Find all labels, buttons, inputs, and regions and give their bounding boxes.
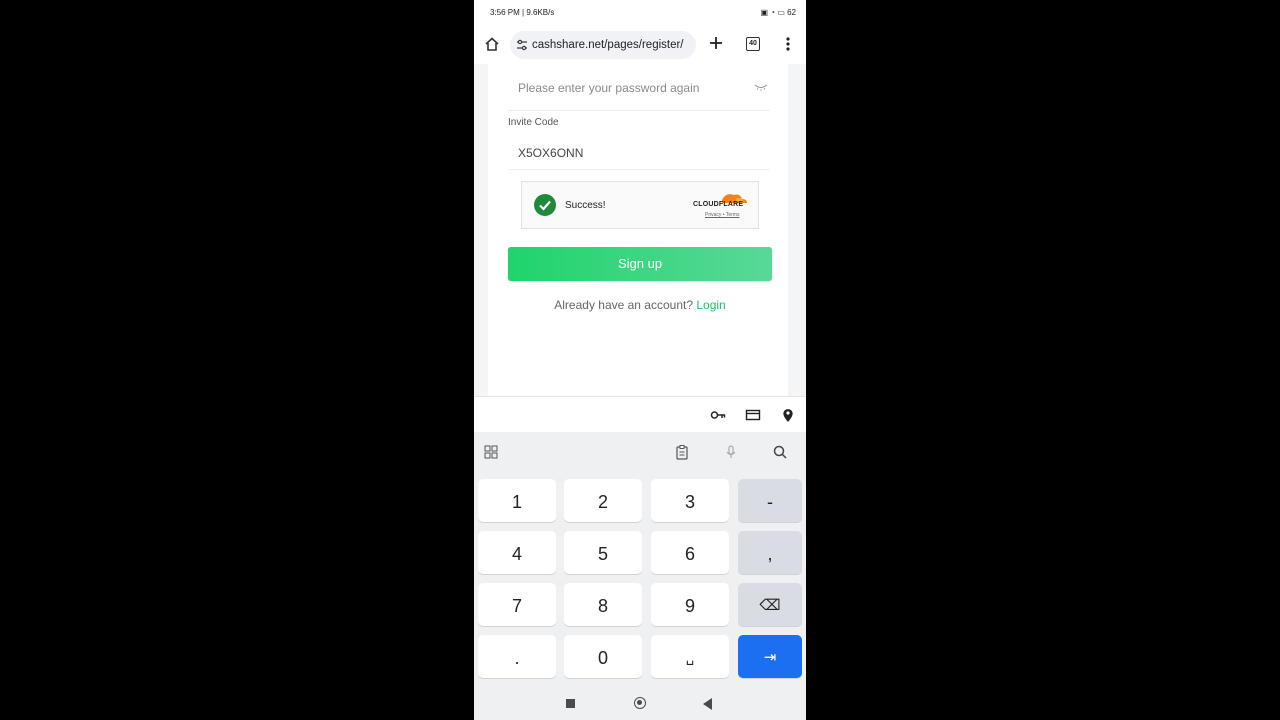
backspace-key[interactable]: ⌫ xyxy=(738,583,802,626)
already-text: Already have an account? xyxy=(554,298,694,312)
key-comma[interactable]: , xyxy=(738,531,802,574)
register-form: Please enter your password again Invite … xyxy=(488,64,788,396)
key-0[interactable]: 0 xyxy=(564,635,642,678)
autofill-bar xyxy=(474,396,806,433)
cloudflare-captcha[interactable]: Success! CLOUDFLARE Privacy • Terms xyxy=(521,181,759,229)
captcha-status: Success! xyxy=(565,200,606,211)
browser-toolbar: cashshare.net/pages/register/ 40 xyxy=(474,26,806,64)
key-5[interactable]: 5 xyxy=(564,531,642,574)
signup-button[interactable]: Sign up xyxy=(508,247,772,281)
key-1[interactable]: 1 xyxy=(478,479,556,522)
key-9[interactable]: 9 xyxy=(651,583,729,626)
location-pin-icon[interactable] xyxy=(780,407,796,423)
key-period[interactable]: . xyxy=(478,635,556,678)
key-3[interactable]: 3 xyxy=(651,479,729,522)
system-nav-bar xyxy=(474,688,806,720)
url-text[interactable]: cashshare.net/pages/register/ xyxy=(532,39,684,51)
next-key[interactable]: ⇥ xyxy=(738,635,802,678)
space-key[interactable]: ␣ xyxy=(651,635,729,678)
key-icon[interactable] xyxy=(710,407,726,423)
home-icon[interactable] xyxy=(484,36,500,52)
recents-icon[interactable] xyxy=(566,699,575,708)
microphone-icon[interactable] xyxy=(723,444,739,460)
status-icons: ▣ ◔ ▭ 62 xyxy=(760,8,796,17)
web-page: Please enter your password again Invite … xyxy=(474,64,806,396)
invite-code-input[interactable]: X5OX6ONN xyxy=(518,146,583,160)
login-prompt: Already have an account? Login xyxy=(488,298,792,312)
numeric-keyboard: 1 2 3 - 4 5 6 , 7 8 9 ⌫ . 0 ␣ ⇥ xyxy=(474,432,806,688)
eye-closed-icon[interactable] xyxy=(754,83,768,91)
more-menu-icon[interactable] xyxy=(784,36,792,52)
new-tab-icon[interactable] xyxy=(707,34,725,52)
phone-screen: 3:56 PM | 9.6KB/s ▣ ◔ ▭ 62 cashshare.net… xyxy=(474,0,806,720)
site-settings-icon[interactable] xyxy=(516,39,528,51)
confirm-password-placeholder[interactable]: Please enter your password again xyxy=(518,81,699,95)
key-2[interactable]: 2 xyxy=(564,479,642,522)
clipboard-icon[interactable] xyxy=(674,444,690,460)
address-bar[interactable]: cashshare.net/pages/register/ xyxy=(510,31,696,59)
home-nav-icon[interactable] xyxy=(634,697,646,709)
invite-underline xyxy=(508,169,770,170)
cloudflare-brand: CLOUDFLARE xyxy=(693,201,744,208)
invite-code-label: Invite Code xyxy=(508,117,559,128)
key-minus[interactable]: - xyxy=(738,479,802,522)
login-link[interactable]: Login xyxy=(696,298,725,312)
apps-grid-icon[interactable] xyxy=(483,444,499,460)
search-icon[interactable] xyxy=(772,444,788,460)
captcha-links[interactable]: Privacy • Terms xyxy=(705,212,739,218)
credit-card-icon[interactable] xyxy=(745,407,761,423)
key-4[interactable]: 4 xyxy=(478,531,556,574)
status-bar: 3:56 PM | 9.6KB/s ▣ ◔ ▭ 62 xyxy=(474,0,806,26)
back-icon[interactable] xyxy=(703,698,712,710)
key-6[interactable]: 6 xyxy=(651,531,729,574)
success-check-icon xyxy=(534,194,556,216)
tab-switcher-button[interactable]: 40 xyxy=(746,37,760,51)
status-time: 3:56 PM | 9.6KB/s xyxy=(490,8,555,17)
key-8[interactable]: 8 xyxy=(564,583,642,626)
key-7[interactable]: 7 xyxy=(478,583,556,626)
